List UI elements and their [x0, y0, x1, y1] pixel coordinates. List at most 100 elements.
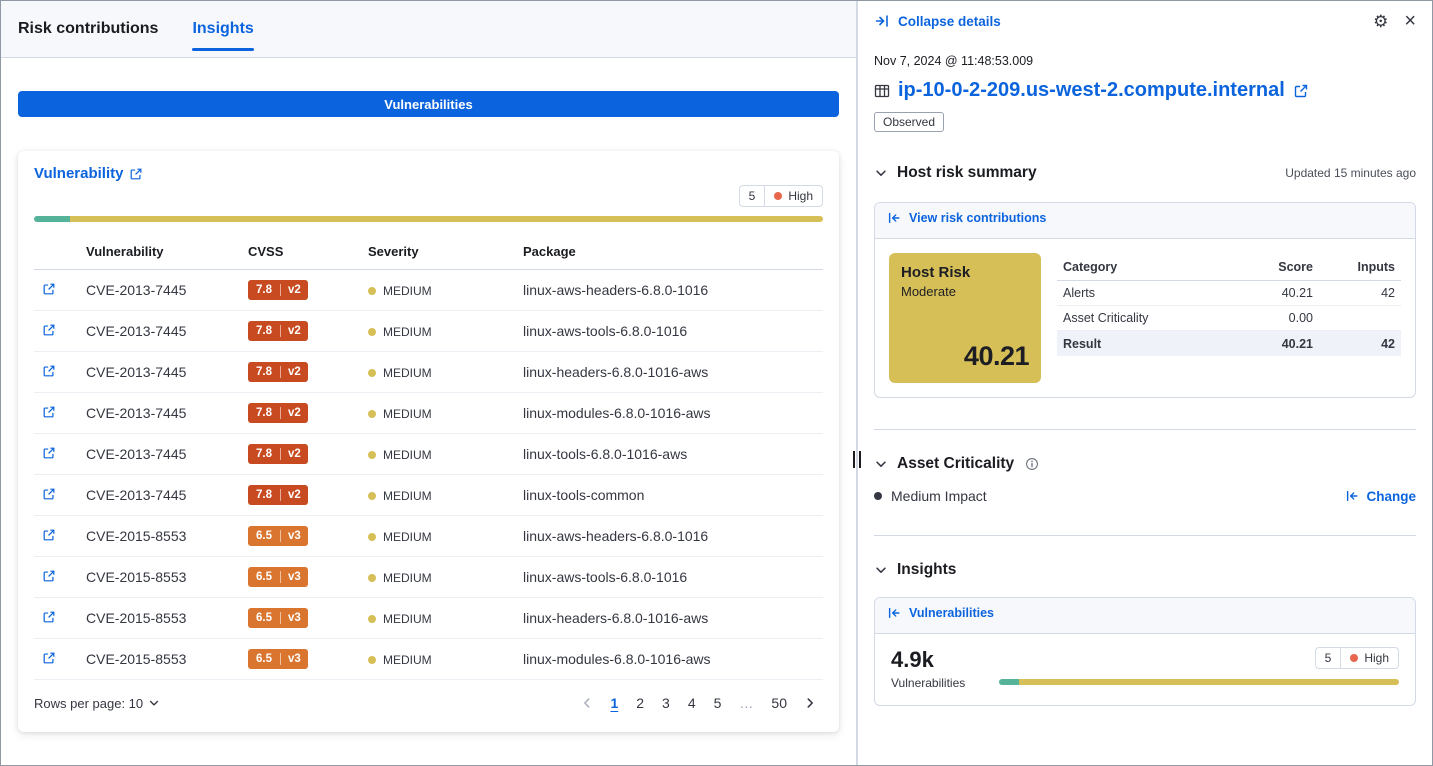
cvss-badge: 7.8 v2 [248, 444, 308, 464]
score-column-header: Score [1241, 260, 1313, 274]
open-vulnerability-icon[interactable] [42, 487, 56, 501]
cvss-score: 7.8 [248, 489, 280, 501]
table-row: CVE-2013-7445 7.8 v2 MEDIUM linux-aws-he… [34, 270, 823, 311]
cvss-version: v2 [280, 407, 308, 419]
host-risk-level: Moderate [901, 284, 1029, 299]
open-vulnerability-icon[interactable] [42, 364, 56, 378]
external-link-icon [42, 323, 56, 337]
open-vulnerability-icon[interactable] [42, 610, 56, 624]
host-grid-icon [874, 83, 890, 99]
cvss-score: 7.8 [248, 366, 280, 378]
rows-per-page-select[interactable]: Rows per page: 10 [34, 696, 160, 711]
cvss-badge: 7.8 v2 [248, 403, 308, 423]
severity-label: MEDIUM [383, 489, 432, 503]
insights-toggle[interactable]: Insights [874, 561, 956, 579]
host-risk-summary-toggle[interactable]: Host risk summary [874, 164, 1037, 182]
settings-gear-icon[interactable]: ⚙ [1373, 13, 1388, 30]
cvss-column-header: CVSS [240, 235, 360, 270]
cvss-score: 6.5 [248, 612, 280, 624]
cvss-version: v2 [280, 366, 308, 378]
severity-label: MEDIUM [383, 366, 432, 380]
open-vulnerability-icon[interactable] [42, 282, 56, 296]
cve-id: CVE-2015-8553 [86, 610, 186, 626]
table-footer: Rows per page: 10 12345…50 [34, 680, 823, 724]
impact-level-label: Medium Impact [891, 488, 987, 504]
medium-severity-dot [368, 615, 376, 623]
pagination-next-arrow[interactable] [797, 696, 823, 710]
tab-insights[interactable]: Insights [192, 1, 253, 57]
table-row: CVE-2013-7445 7.8 v2 MEDIUM linux-tools-… [34, 434, 823, 475]
close-flyout-icon[interactable]: × [1404, 11, 1416, 31]
category-column-header: Category [1063, 260, 1241, 274]
risk-table-header: Category Score Inputs [1057, 253, 1401, 281]
pagination: 12345…50 [574, 692, 823, 714]
arrow-end-icon [874, 13, 890, 29]
cvss-score: 7.8 [248, 325, 280, 337]
risk-category: Result [1063, 337, 1241, 351]
pagination-page-5[interactable]: 5 [706, 692, 730, 714]
package-column-header: Package [515, 235, 823, 270]
vulnerabilities-panel-link[interactable]: Vulnerabilities [887, 606, 994, 620]
change-asset-criticality-link[interactable]: Change [1345, 489, 1416, 504]
vulnerabilities-banner-button[interactable]: Vulnerabilities [18, 91, 839, 117]
external-link-icon [42, 528, 56, 542]
cvss-version: v3 [280, 530, 308, 542]
pagination-page-50[interactable]: 50 [763, 692, 795, 714]
open-vulnerability-icon[interactable] [42, 323, 56, 337]
tab-risk-contributions[interactable]: Risk contributions [18, 1, 158, 57]
cvss-score: 7.8 [248, 407, 280, 419]
pagination-prev-arrow[interactable] [574, 696, 600, 710]
table-row: CVE-2015-8553 6.5 v3 MEDIUM linux-aws-he… [34, 516, 823, 557]
cvss-score: 7.8 [248, 284, 280, 296]
asset-criticality-toggle[interactable]: Asset Criticality [874, 455, 1039, 473]
open-vulnerability-icon[interactable] [42, 405, 56, 419]
pagination-page-4[interactable]: 4 [680, 692, 704, 714]
chevron-down-icon [874, 166, 888, 180]
risk-summary-panel: View risk contributions Host Risk Modera… [874, 202, 1416, 398]
rows-per-page-label: Rows per page: 10 [34, 696, 143, 711]
cvss-version: v3 [280, 612, 308, 624]
view-risk-contributions-label: View risk contributions [909, 211, 1046, 225]
open-vulnerability-icon[interactable] [42, 446, 56, 460]
severity-distribution-bar [34, 216, 823, 222]
host-risk-score: 40.21 [964, 341, 1029, 372]
collapse-details-button[interactable]: Collapse details [874, 13, 1001, 29]
insight-severity-badges: 5 High [1315, 647, 1399, 669]
risk-panel-header: View risk contributions [875, 203, 1415, 239]
table-row: CVE-2013-7445 7.8 v2 MEDIUM linux-tools-… [34, 475, 823, 516]
pagination-page-3[interactable]: 3 [654, 692, 678, 714]
cve-id: CVE-2013-7445 [86, 364, 186, 380]
package-name: linux-aws-tools-6.8.0-1016 [523, 323, 687, 339]
external-link-icon[interactable] [1293, 83, 1309, 99]
risk-inputs: 42 [1313, 337, 1395, 351]
info-icon[interactable] [1025, 457, 1039, 471]
vulnerabilities-table: Vulnerability CVSS Severity Package CVE-… [34, 235, 823, 680]
cvss-score: 6.5 [248, 653, 280, 665]
medium-severity-dot [368, 533, 376, 541]
open-vulnerability-icon[interactable] [42, 569, 56, 583]
open-vulnerability-icon[interactable] [42, 651, 56, 665]
cvss-version: v2 [280, 448, 308, 460]
cve-id: CVE-2015-8553 [86, 528, 186, 544]
panel-resize-handle[interactable] [853, 451, 861, 468]
pagination-page-1[interactable]: 1 [602, 692, 626, 714]
risk-score: 40.21 [1241, 286, 1313, 300]
vulnerabilities-panel-label: Vulnerabilities [909, 606, 994, 620]
open-vulnerability-icon[interactable] [42, 528, 56, 542]
medium-severity-dot [368, 574, 376, 582]
pagination-page-2[interactable]: 2 [628, 692, 652, 714]
vuln-table-body: CVE-2013-7445 7.8 v2 MEDIUM linux-aws-he… [34, 270, 823, 680]
external-link-icon [42, 487, 56, 501]
risk-table-body: Alerts40.2142Asset Criticality0.00Result… [1057, 281, 1401, 356]
risk-score: 0.00 [1241, 311, 1313, 325]
risk-insights-panel: Risk contributions Insights Vulnerabilit… [1, 1, 856, 765]
vulnerability-title-link[interactable]: Vulnerability [34, 165, 143, 182]
table-row: CVE-2013-7445 7.8 v2 MEDIUM linux-header… [34, 352, 823, 393]
host-name-link[interactable]: ip-10-0-2-209.us-west-2.compute.internal [898, 79, 1285, 102]
severity-label: MEDIUM [383, 448, 432, 462]
medium-severity-dot [368, 451, 376, 459]
table-row: CVE-2013-7445 7.8 v2 MEDIUM linux-aws-to… [34, 311, 823, 352]
section-divider [874, 429, 1416, 430]
view-risk-contributions-link[interactable]: View risk contributions [887, 211, 1046, 225]
host-risk-card-title: Host Risk [901, 264, 1029, 281]
